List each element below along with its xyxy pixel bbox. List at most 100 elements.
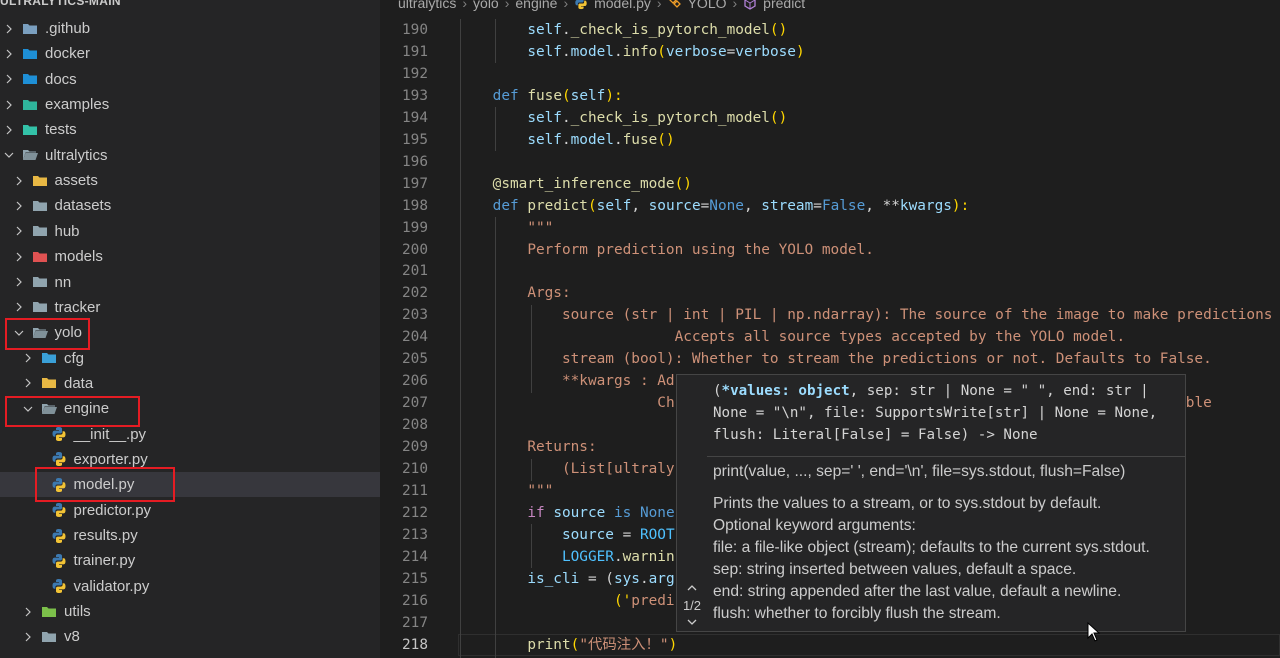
- code-line[interactable]: 201: [380, 260, 1280, 282]
- code-line[interactable]: 204 Accepts all source types accepted by…: [380, 326, 1280, 348]
- code-token: is: [613, 504, 632, 521]
- code-token: self: [527, 109, 562, 126]
- hover-divider: [707, 456, 1185, 457]
- code-line[interactable]: 197 @smart_inference_mode(): [380, 173, 1280, 195]
- breadcrumb-item[interactable]: engine: [515, 0, 557, 11]
- folder-item[interactable]: ultralytics: [0, 143, 380, 168]
- folder-item[interactable]: examples: [0, 92, 380, 117]
- chevron-right-icon[interactable]: [22, 631, 34, 643]
- code-line[interactable]: 192: [380, 63, 1280, 85]
- code-token: ): [668, 636, 678, 653]
- code-line[interactable]: 198 def predict(self, source=None, strea…: [380, 195, 1280, 217]
- code-line[interactable]: 203 source (str | int | PIL | np.ndarray…: [380, 304, 1280, 326]
- folder-item[interactable]: data: [0, 371, 380, 396]
- chevron-right-icon[interactable]: [13, 175, 25, 187]
- folder-icon: [32, 274, 48, 290]
- code-line[interactable]: 200 Perform prediction using the YOLO mo…: [380, 239, 1280, 261]
- indent-guide: [495, 217, 496, 658]
- breadcrumb-item[interactable]: YOLO: [688, 0, 727, 11]
- highlight-model-py: [35, 467, 175, 502]
- code-line[interactable]: 218 print("代码注入！"): [380, 633, 1280, 656]
- code-line[interactable]: 194 self._check_is_pytorch_model(): [380, 107, 1280, 129]
- code-token: =: [700, 197, 710, 214]
- folder-item[interactable]: models: [0, 244, 380, 269]
- hover-tooltip[interactable]: (*values: object, sep: str | None = " ",…: [676, 374, 1186, 632]
- code-token: =: [813, 197, 822, 214]
- chevron-right-icon[interactable]: [22, 352, 34, 364]
- tree-item-label: trainer.py: [73, 552, 136, 570]
- folder-item[interactable]: docs: [0, 67, 380, 92]
- tree-item-label: predictor.py: [73, 501, 152, 519]
- code-text: """: [458, 217, 553, 239]
- explorer-title: ULTRALYTICS-MAIN: [0, 0, 121, 8]
- tree-item-label: models: [54, 248, 103, 266]
- code-token: .: [561, 22, 571, 38]
- breadcrumb-item[interactable]: ultralytics: [398, 0, 456, 11]
- tree-item-label: tracker: [54, 298, 101, 316]
- code-text: **kwargs : Ad: [458, 370, 675, 392]
- chevron-right-icon[interactable]: [3, 73, 15, 85]
- breadcrumb-item[interactable]: yolo: [473, 0, 499, 11]
- folder-item[interactable]: docker: [0, 41, 380, 66]
- code-token: ,: [631, 197, 649, 214]
- code-line[interactable]: 196: [380, 151, 1280, 173]
- code-token: .: [561, 109, 571, 126]
- file-item[interactable]: results.py: [0, 523, 380, 548]
- folder-item[interactable]: utils: [0, 599, 380, 624]
- folder-item[interactable]: nn: [0, 270, 380, 295]
- code-line[interactable]: 191 self.model.info(verbose=verbose): [380, 41, 1280, 63]
- tree-item-label: docker: [45, 45, 91, 63]
- code-token: **kwargs : Ad: [561, 373, 675, 390]
- code-token: ,: [743, 197, 762, 214]
- breadcrumb: ultralytics › yolo › engine › model.py › YOLO › pr…: [398, 0, 805, 11]
- chevron-right-icon[interactable]: [22, 606, 34, 618]
- chevron-right-icon[interactable]: [13, 301, 25, 313]
- code-token: self: [527, 131, 562, 148]
- chevron-right-icon[interactable]: [13, 276, 25, 288]
- folder-item[interactable]: hub: [0, 219, 380, 244]
- folder-item[interactable]: .github: [0, 16, 380, 41]
- chevron-right-icon[interactable]: [13, 251, 25, 263]
- chevron-right-icon[interactable]: [3, 23, 15, 35]
- chevron-right-icon[interactable]: [3, 48, 15, 60]
- code-line[interactable]: 190 self._check_is_pytorch_model(): [380, 19, 1280, 41]
- previous-overload-button[interactable]: [677, 583, 707, 595]
- chevron-down-icon[interactable]: [3, 149, 15, 161]
- tree-item-label: examples: [45, 96, 110, 114]
- chevron-right-icon[interactable]: [3, 124, 15, 136]
- code-line[interactable]: 195 self.model.fuse(): [380, 129, 1280, 151]
- file-item[interactable]: validator.py: [0, 574, 380, 599]
- line-number: 218: [402, 636, 428, 653]
- chevron-right-icon[interactable]: [22, 377, 34, 389]
- code-line[interactable]: 202 Args:: [380, 282, 1280, 304]
- folder-item[interactable]: datasets: [0, 193, 380, 218]
- code-token: ): [795, 43, 805, 60]
- next-overload-button[interactable]: [677, 617, 707, 629]
- chevron-right-icon[interactable]: [13, 200, 25, 212]
- tree-item-label: results.py: [73, 527, 138, 544]
- code-line[interactable]: 199 """: [380, 217, 1280, 239]
- hover-signature: (*values: object, sep: str | None = " ",…: [713, 383, 1166, 443]
- file-item[interactable]: trainer.py: [0, 548, 380, 573]
- breadcrumb-separator: ›: [656, 0, 662, 11]
- folder-item[interactable]: tracker: [0, 295, 380, 320]
- line-number: 194: [402, 109, 428, 126]
- chevron-right-icon[interactable]: [13, 225, 25, 237]
- code-token: stream: [761, 197, 814, 214]
- docker-folder-icon: [22, 46, 38, 62]
- folder-item[interactable]: assets: [0, 168, 380, 193]
- chevron-right-icon[interactable]: [3, 99, 15, 111]
- code-line[interactable]: 205 stream (bool): Whether to stream the…: [380, 348, 1280, 370]
- folder-item[interactable]: tests: [0, 117, 380, 142]
- code-token: .: [561, 131, 571, 148]
- doc-line: flush: whether to forcibly flush the str…: [713, 605, 1001, 622]
- folder-item[interactable]: v8: [0, 624, 380, 649]
- line-number: 216: [402, 592, 428, 609]
- breadcrumb-item[interactable]: model.py: [594, 0, 651, 11]
- code-line[interactable]: 193 def fuse(self):: [380, 85, 1280, 107]
- breadcrumb-item[interactable]: predict: [763, 0, 805, 11]
